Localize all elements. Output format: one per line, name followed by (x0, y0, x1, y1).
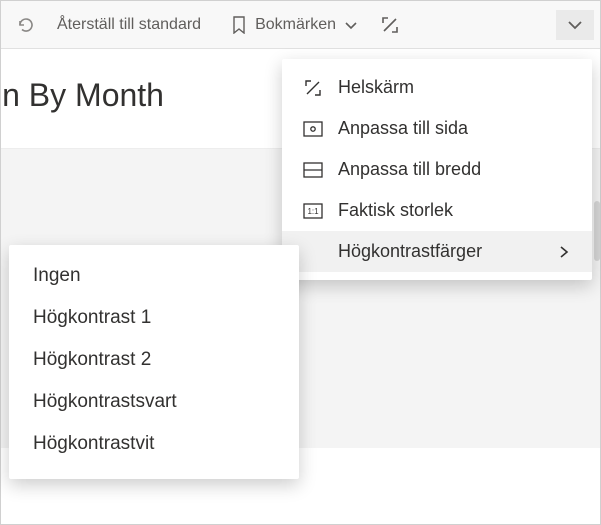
contrast-option-2[interactable]: Högkontrast 2 (9, 339, 299, 381)
contrast-option-1[interactable]: Högkontrast 1 (9, 297, 299, 339)
menu-item-fullscreen[interactable]: Helskärm (282, 67, 592, 108)
scrollbar-vertical[interactable] (594, 201, 600, 261)
menu-item-fit-to-page[interactable]: Anpassa till sida (282, 108, 592, 149)
menu-item-label: Högkontrast 2 (33, 349, 275, 371)
bookmark-icon (231, 16, 247, 34)
fit-width-icon (302, 162, 324, 178)
undo-icon (15, 15, 35, 35)
menu-item-label: Högkontrast 1 (33, 307, 275, 329)
fit-page-icon (302, 121, 324, 137)
chevron-down-icon (344, 18, 358, 32)
bookmarks-label: Bokmärken (255, 16, 336, 34)
contrast-option-black[interactable]: Högkontrastsvart (9, 381, 299, 423)
fullscreen-icon (380, 15, 400, 35)
menu-item-label: Högkontrastvit (33, 433, 275, 455)
menu-item-label: Högkontrastfärger (338, 241, 544, 262)
actual-size-icon: 1:1 (302, 203, 324, 219)
view-menu-toggle[interactable] (556, 10, 594, 40)
menu-item-label: Ingen (33, 265, 275, 287)
chevron-right-icon (558, 245, 572, 259)
menu-item-label: Helskärm (338, 77, 572, 98)
view-menu: Helskärm Anpassa till sida Anpassa till … (282, 59, 592, 280)
high-contrast-submenu: Ingen Högkontrast 1 Högkontrast 2 Högkon… (9, 245, 299, 479)
menu-item-actual-size[interactable]: 1:1 Faktisk storlek (282, 190, 592, 231)
chevron-down-icon (566, 16, 584, 34)
menu-item-label: Anpassa till sida (338, 118, 572, 139)
contrast-option-none[interactable]: Ingen (9, 255, 299, 297)
fullscreen-icon (302, 78, 324, 98)
menu-item-fit-to-width[interactable]: Anpassa till bredd (282, 149, 592, 190)
bookmarks-button[interactable]: Bokmärken (221, 10, 368, 40)
fullscreen-button[interactable] (372, 9, 408, 41)
menu-item-label: Högkontrastsvart (33, 391, 275, 413)
menu-item-label: Anpassa till bredd (338, 159, 572, 180)
menu-item-label: Faktisk storlek (338, 200, 572, 221)
contrast-option-white[interactable]: Högkontrastvit (9, 423, 299, 465)
undo-button[interactable] (7, 9, 43, 41)
reset-label: Återställ till standard (57, 16, 201, 34)
menu-item-high-contrast-colors[interactable]: Högkontrastfärger (282, 231, 592, 272)
reset-to-default-button[interactable]: Återställ till standard (47, 10, 211, 40)
svg-text:1:1: 1:1 (307, 207, 319, 216)
toolbar: Återställ till standard Bokmärken (1, 1, 600, 49)
